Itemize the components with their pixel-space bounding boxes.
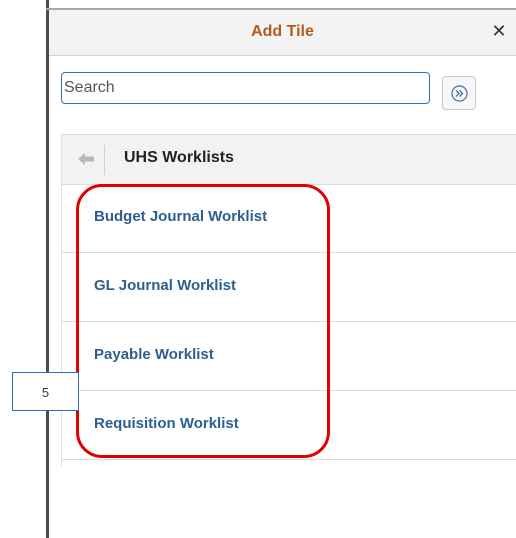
- add-tile-dialog: Add Tile ✕ UHS Worklists Budget Journal …: [49, 10, 516, 538]
- dialog-header: Add Tile ✕: [49, 10, 516, 56]
- dialog-title: Add Tile: [251, 23, 314, 40]
- list-item[interactable]: Requisition Worklist: [62, 391, 516, 460]
- close-icon[interactable]: ✕: [489, 20, 509, 42]
- search-go-button[interactable]: [442, 76, 476, 110]
- header-divider: [104, 145, 105, 175]
- list-item-label[interactable]: Requisition Worklist: [94, 415, 239, 432]
- step-callout: 5: [12, 372, 79, 411]
- list-item[interactable]: GL Journal Worklist: [62, 253, 516, 322]
- list-item[interactable]: Payable Worklist: [62, 322, 516, 391]
- list-item[interactable]: Budget Journal Worklist: [62, 184, 516, 253]
- back-button[interactable]: [74, 147, 100, 173]
- list-item-label[interactable]: Budget Journal Worklist: [94, 208, 267, 225]
- panel-header: UHS Worklists: [62, 134, 516, 185]
- panel-title: UHS Worklists: [124, 149, 234, 166]
- worklist-panel: UHS Worklists Budget Journal Worklist GL…: [61, 134, 516, 466]
- search-input[interactable]: [61, 72, 430, 104]
- double-chevron-right-icon: [451, 85, 468, 102]
- list-item-label[interactable]: GL Journal Worklist: [94, 277, 236, 294]
- list-item-label[interactable]: Payable Worklist: [94, 346, 214, 363]
- back-arrow-icon: [78, 153, 94, 165]
